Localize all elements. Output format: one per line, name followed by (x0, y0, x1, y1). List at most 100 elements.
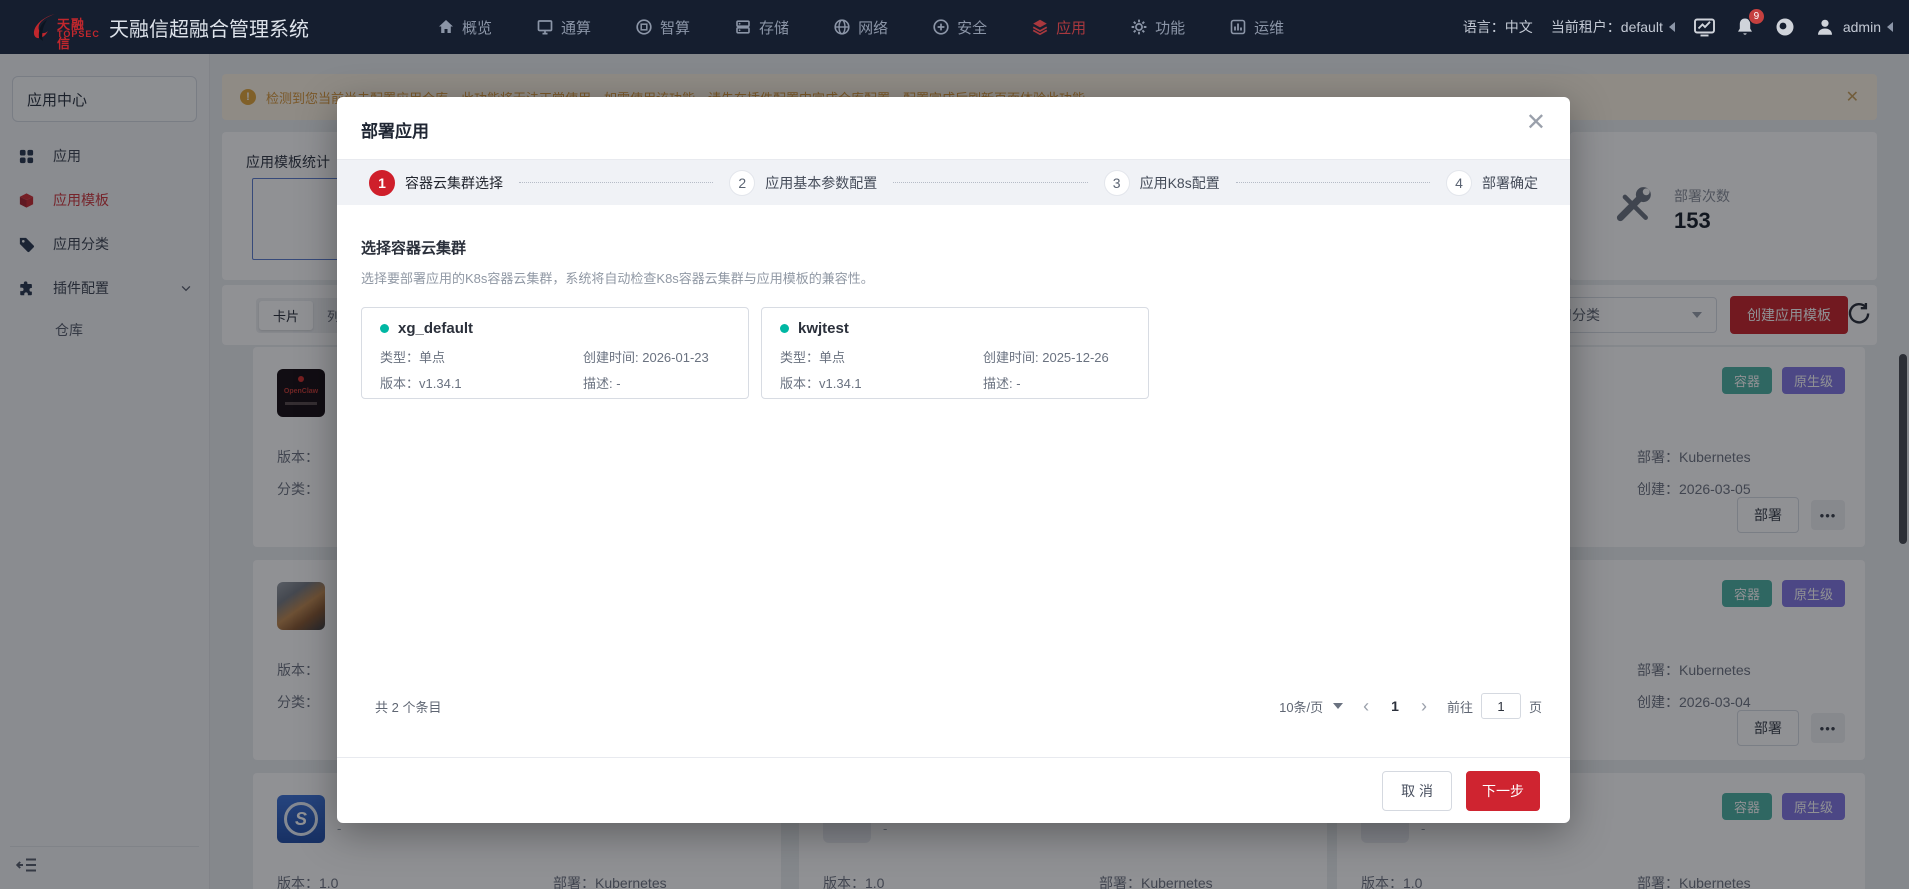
type-label: 类型： (380, 350, 419, 365)
type-value: 单点 (819, 350, 845, 365)
nav-label: 运维 (1254, 17, 1284, 38)
goto-page: 前往 页 (1447, 693, 1542, 719)
modal-body: 选择容器云集群 选择要部署应用的K8s容器云集群，系统将自动检查K8s容器云集群… (337, 205, 1570, 399)
section-desc: 选择要部署应用的K8s容器云集群，系统将自动检查K8s容器云集群与应用模板的兼容… (361, 268, 1546, 287)
nav-label: 功能 (1155, 17, 1185, 38)
goto-label: 前往 (1447, 697, 1473, 716)
select-caret-icon (1333, 703, 1343, 709)
version-label: 版本： (380, 376, 419, 391)
tenant-switcher[interactable]: 当前租户：default (1551, 17, 1675, 37)
caret-left-icon (1887, 22, 1893, 32)
nav-item-network[interactable]: 网络 (833, 17, 888, 38)
cluster-fields: 类型：单点 创建时间: 2026-01-23 版本：v1.34.1 描述: - (380, 347, 730, 392)
apps-layers-icon (1031, 18, 1049, 36)
modal-title: 部署应用 (361, 117, 429, 142)
type-label: 类型： (780, 350, 819, 365)
deploy-app-modal: 部署应用 ✕ 1 容器云集群选择 2 应用基本参数配置 3 应用K8s配置 4 … (337, 97, 1570, 823)
cancel-button[interactable]: 取 消 (1382, 771, 1452, 811)
section-title: 选择容器云集群 (361, 237, 1546, 258)
cluster-desc: 描述: - (983, 373, 1130, 392)
monitor-chart-icon (1693, 16, 1716, 38)
desc-value: - (1016, 376, 1020, 391)
nav-item-operations[interactable]: 运维 (1229, 17, 1284, 38)
created-value: 2026-01-23 (642, 350, 709, 365)
monitor-chart-button[interactable] (1693, 16, 1716, 38)
step-k8s-config: 3 应用K8s配置 (1104, 170, 1220, 196)
nav-label: 应用 (1056, 17, 1086, 38)
cluster-card-kwjtest[interactable]: kwjtest 类型：单点 创建时间: 2025-12-26 版本：v1.34.… (761, 307, 1149, 399)
cluster-version: 版本：v1.34.1 (780, 373, 983, 392)
logo-text-en: TOPSEC (57, 29, 100, 39)
tenant-label: 当前租户：default (1551, 19, 1663, 35)
nav-item-compute[interactable]: 通算 (536, 17, 591, 38)
page-size-select[interactable]: 10条/页 (1279, 697, 1343, 716)
network-globe-icon (833, 18, 851, 36)
step-number: 1 (369, 170, 395, 196)
topsec-logo: 天融信 TOPSEC (33, 8, 91, 46)
caret-left-icon (1669, 22, 1675, 32)
step-number: 4 (1446, 170, 1472, 196)
notification-badge: 9 (1748, 8, 1765, 25)
wizard-steps: 1 容器云集群选择 2 应用基本参数配置 3 应用K8s配置 4 部署确定 (337, 160, 1570, 205)
user-icon (1814, 16, 1836, 38)
cluster-type: 类型：单点 (780, 347, 983, 366)
navbar-right: 语言：中文 当前租户：default 9 admin (1463, 16, 1893, 38)
security-icon (932, 18, 950, 36)
desc-label: 描述: (983, 376, 1016, 391)
nav-label: 概览 (462, 17, 492, 38)
language-switcher[interactable]: 语言：中文 (1463, 17, 1533, 37)
version-value: v1.34.1 (419, 376, 462, 391)
username: admin (1843, 19, 1881, 35)
nav-label: 安全 (957, 17, 987, 38)
theme-toggle-button[interactable] (1774, 16, 1796, 38)
nav-label: 网络 (858, 17, 888, 38)
notifications-button[interactable]: 9 (1734, 16, 1756, 38)
next-page-button[interactable]: › (1421, 697, 1427, 715)
desc-label: 描述: (583, 376, 616, 391)
next-step-button[interactable]: 下一步 (1466, 771, 1540, 811)
step-connector (519, 182, 713, 183)
goto-page-input[interactable] (1481, 693, 1521, 719)
nav-label: 智算 (660, 17, 690, 38)
nav-item-overview[interactable]: 概览 (437, 17, 492, 38)
user-menu[interactable]: admin (1814, 16, 1893, 38)
prev-page-button[interactable]: ‹ (1363, 697, 1369, 715)
modal-header: 部署应用 ✕ (337, 97, 1570, 160)
cluster-list: xg_default 类型：单点 创建时间: 2026-01-23 版本：v1.… (361, 307, 1546, 399)
cluster-name: kwjtest (798, 320, 849, 337)
storage-icon (734, 18, 752, 36)
desc-value: - (616, 376, 620, 391)
step-label: 应用K8s配置 (1140, 173, 1220, 193)
cluster-desc: 描述: - (583, 373, 730, 392)
step-cluster-select: 1 容器云集群选择 (369, 170, 503, 196)
logo-swoosh-icon (33, 12, 59, 42)
chip-icon (635, 18, 653, 36)
cluster-name-row: xg_default (380, 320, 730, 337)
step-connector (893, 182, 1087, 183)
cluster-fields: 类型：单点 创建时间: 2025-12-26 版本：v1.34.1 描述: - (780, 347, 1130, 392)
version-value: v1.34.1 (819, 376, 862, 391)
modal-close-icon[interactable]: ✕ (1526, 111, 1546, 135)
created-label: 创建时间: (983, 350, 1042, 365)
total-count: 共 2 个条目 (375, 697, 441, 716)
home-icon (437, 18, 455, 36)
version-label: 版本： (780, 376, 819, 391)
step-label: 部署确定 (1482, 173, 1538, 193)
cluster-name-row: kwjtest (780, 320, 1130, 337)
step-number: 3 (1104, 170, 1130, 196)
created-label: 创建时间: (583, 350, 642, 365)
nav-item-security[interactable]: 安全 (932, 17, 987, 38)
nav-item-ai-compute[interactable]: 智算 (635, 17, 690, 38)
nav-item-features[interactable]: 功能 (1130, 17, 1185, 38)
nav-item-storage[interactable]: 存储 (734, 17, 789, 38)
app-root: 天融信 TOPSEC 天融信超融合管理系统 概览 通算 智算 存储 (0, 0, 1909, 889)
step-confirm: 4 部署确定 (1446, 170, 1538, 196)
brand: 天融信 TOPSEC 天融信超融合管理系统 (33, 8, 309, 46)
type-value: 单点 (419, 350, 445, 365)
monitor-icon (536, 18, 554, 36)
cluster-card-xg-default[interactable]: xg_default 类型：单点 创建时间: 2026-01-23 版本：v1.… (361, 307, 749, 399)
nav-item-applications[interactable]: 应用 (1031, 17, 1086, 38)
step-label: 应用基本参数配置 (765, 173, 877, 193)
nav-label: 存储 (759, 17, 789, 38)
cluster-created: 创建时间: 2025-12-26 (983, 347, 1130, 366)
